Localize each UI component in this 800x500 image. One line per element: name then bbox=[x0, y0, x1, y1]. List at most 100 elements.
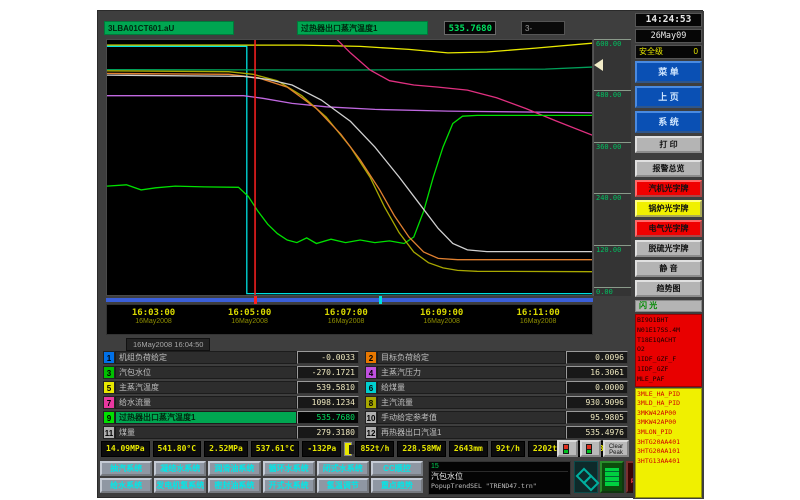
pen-color-badge: 2 bbox=[365, 351, 377, 364]
btn-feedwater[interactable]: 给水系统 bbox=[100, 478, 152, 493]
status-reheat-temp: 537.61°C bbox=[251, 441, 300, 457]
trend-line-main-steam-pressure bbox=[107, 96, 593, 113]
alarm-item[interactable]: O2 bbox=[637, 345, 700, 355]
alarm-item[interactable]: 3MLD_HA_PID bbox=[637, 399, 700, 409]
pen-label: 主蒸汽压力 bbox=[377, 366, 566, 379]
alarm-item[interactable]: 3MLON_PID bbox=[637, 428, 700, 438]
pen-row-2[interactable]: 2 目标负荷给定 0.0096 bbox=[365, 351, 628, 364]
clear-peak-button[interactable]: Clear Peak bbox=[603, 440, 629, 457]
pen-label: 主汽流量 bbox=[377, 396, 566, 409]
command-message-box[interactable]: 15 汽包水位 PopupTrendSEL "TREND47.trn" bbox=[428, 461, 571, 495]
value-scale: 600.00 480.00 360.00 240.00 120.00 0.00 bbox=[593, 39, 631, 296]
btn-circ-water[interactable]: 循环水系统 bbox=[263, 461, 315, 476]
pen-value: 539.5810 bbox=[297, 381, 359, 394]
btn-lube-oil[interactable]: 润滑油系统 bbox=[208, 461, 260, 476]
btn-extraction-steam[interactable]: 抽汽系统 bbox=[100, 461, 152, 476]
fgd-annunciator-button[interactable]: 脱硫光字牌 bbox=[635, 240, 702, 257]
system-button-row-1: 抽汽系统 凝结水系统 润滑油系统 循环水系统 闭式水系统 CC顺控 bbox=[100, 461, 425, 476]
status-main-steam-pressure: 14.09MPa bbox=[101, 441, 150, 457]
turbine-annunciator-button[interactable]: 汽机光字牌 bbox=[635, 180, 702, 197]
alarm-item[interactable]: 1IDF_GZF_F bbox=[637, 355, 700, 365]
pen-label: 给煤量 bbox=[377, 381, 566, 394]
time-tick: 16:05:0016May2008 bbox=[228, 308, 271, 325]
pen-row-9-selected[interactable]: 9 过热器出口蒸汽温度1 535.7680 bbox=[103, 411, 359, 424]
btn-open-water[interactable]: 开式水系统 bbox=[263, 478, 315, 493]
pen-row-7[interactable]: 7 给水流量 1098.1234 bbox=[103, 396, 359, 409]
pen-row-10[interactable]: 10 手动给定参考值 95.9805 bbox=[365, 411, 628, 424]
trend-page-button[interactable]: 趋势图 bbox=[635, 280, 702, 297]
btn-key-trends[interactable]: 重点趋势 bbox=[371, 478, 423, 493]
trend-line-sh-outlet-temp bbox=[107, 67, 593, 70]
pen-color-badge: 1 bbox=[103, 351, 115, 364]
scrollbar-cursor-mark[interactable] bbox=[254, 296, 257, 304]
pen-row-1[interactable]: 1 机组负荷给定 -0.0033 bbox=[103, 351, 359, 364]
pen-label: 汽包水位 bbox=[115, 366, 297, 379]
print-button[interactable]: 打 印 bbox=[635, 136, 702, 153]
scale-tick: 480.00 bbox=[594, 90, 631, 99]
time-scrollbar[interactable] bbox=[106, 298, 593, 302]
alarm-item[interactable]: 3HTG20AA101 bbox=[637, 447, 700, 457]
alarm-item[interactable]: 3MLE_HA_PID bbox=[637, 390, 700, 400]
security-level-box: 安全级 0 bbox=[635, 45, 702, 59]
alarm-item[interactable]: 3HTG20AA401 bbox=[637, 438, 700, 448]
boiler-annunciator-button[interactable]: 锅炉光字牌 bbox=[635, 200, 702, 217]
active-alarm-list: BI9O1BHT N01E17SS.4M T18E1QACHT O2 1IDF_… bbox=[635, 314, 702, 387]
prev-page-button[interactable]: 上 页 bbox=[635, 86, 702, 108]
btn-condensate[interactable]: 凝结水系统 bbox=[154, 461, 206, 476]
pen-row-3[interactable]: 3 汽包水位 -270.1721 bbox=[103, 366, 359, 379]
trend-plot-area[interactable] bbox=[106, 39, 593, 296]
acknowledged-alarm-list: 3MLE_HA_PID 3MLD_HA_PID 3MKW42AP00 3MKW4… bbox=[635, 388, 702, 498]
pen-row-12[interactable]: 12 再热器出口汽温1 535.4976 bbox=[365, 426, 628, 439]
scale-tick: 0.00 bbox=[594, 287, 631, 296]
alarm-summary-button[interactable]: 报警总览 bbox=[635, 160, 702, 177]
pen-row-6[interactable]: 6 给煤量 0.0000 bbox=[365, 381, 628, 394]
status-level: 2643mm bbox=[449, 441, 488, 457]
alarm-item[interactable]: 3MKW42AP00 bbox=[637, 418, 700, 428]
electrical-annunciator-button[interactable]: 电气光字牌 bbox=[635, 220, 702, 237]
pen-value: 279.3180 bbox=[297, 426, 359, 439]
pen-value: 535.4976 bbox=[566, 426, 628, 439]
pen-row-5[interactable]: 5 主蒸汽温度 539.5810 bbox=[103, 381, 359, 394]
link-icon-button[interactable] bbox=[574, 461, 598, 493]
pen-row-8[interactable]: 8 主汽流量 930.9096 bbox=[365, 396, 628, 409]
trend-tag-box[interactable]: 3LBA01CT601.aU bbox=[104, 21, 234, 35]
pen-color-badge: 7 bbox=[103, 396, 115, 409]
alarm-item[interactable]: MLE_PAF bbox=[637, 375, 700, 385]
pen-indicator-button-1[interactable] bbox=[557, 440, 578, 457]
trend-line-drum-level bbox=[107, 115, 593, 243]
status-steam-flow: 852t/h bbox=[355, 441, 394, 457]
menu-button[interactable]: 菜 单 bbox=[635, 61, 702, 83]
btn-seal-oil[interactable]: 密封油系统 bbox=[208, 478, 260, 493]
clock-date: 26May09 bbox=[635, 29, 702, 43]
command-point-name: 汽包水位 bbox=[431, 472, 568, 482]
mute-button[interactable]: 静 音 bbox=[635, 260, 702, 277]
alarm-item[interactable]: 3HTG13AA401 bbox=[637, 457, 700, 467]
security-level-value: 0 bbox=[694, 46, 698, 58]
trend-aux-box[interactable]: 3- bbox=[521, 21, 565, 35]
pen-indicator-button-2[interactable] bbox=[580, 440, 601, 457]
pen-row-11[interactable]: 11 煤量 279.3180 bbox=[103, 426, 359, 439]
alarm-item[interactable]: T18E1QACHT bbox=[637, 336, 700, 346]
btn-cc-sequence[interactable]: CC顺控 bbox=[371, 461, 423, 476]
system-button[interactable]: 系 统 bbox=[635, 111, 702, 133]
pen-mode-icon[interactable] bbox=[344, 442, 352, 456]
trend-desc-box[interactable]: 过热器出口蒸汽温度1 bbox=[297, 21, 428, 35]
pen-row-4[interactable]: 4 主蒸汽压力 16.3061 bbox=[365, 366, 628, 379]
gauge-icon bbox=[563, 444, 569, 454]
btn-generator-h2[interactable]: 发电机氢系统 bbox=[154, 478, 206, 493]
alarm-item[interactable]: N01E17SS.4M bbox=[637, 326, 700, 336]
alarm-item[interactable]: 3MKW42AP00 bbox=[637, 409, 700, 419]
status-coal-flow: 92t/h bbox=[491, 441, 525, 457]
pen-value: 95.9805 bbox=[566, 411, 628, 424]
alarm-item[interactable]: BI9O1BHT bbox=[637, 316, 700, 326]
cursor-timestamp: 16May2008 16:04:50 bbox=[126, 338, 210, 351]
status-furnace-pressure: -132Pa bbox=[302, 441, 341, 457]
scrollbar-bookmark-mark[interactable] bbox=[379, 296, 382, 304]
alarm-item[interactable]: 1IDF_GZF bbox=[637, 365, 700, 375]
flash-alarm-header: 闪 光 bbox=[635, 300, 702, 312]
scale-pointer-icon[interactable] bbox=[594, 59, 603, 71]
grid-display-button[interactable] bbox=[600, 461, 624, 493]
pen-value: 0.0096 bbox=[566, 351, 628, 364]
btn-h2-temp[interactable]: 氢温调节 bbox=[317, 478, 369, 493]
btn-closed-water[interactable]: 闭式水系统 bbox=[317, 461, 369, 476]
